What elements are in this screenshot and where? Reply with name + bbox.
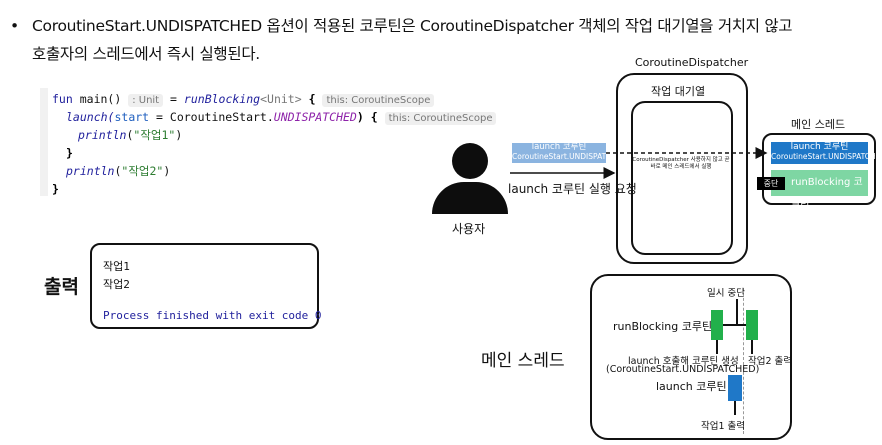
create-pointer	[716, 340, 718, 354]
dispatcher-note: CoroutineDispatcher 사용하지 않고 곧바로 메인 스레드에서…	[632, 157, 730, 170]
runblocking-bar-1	[711, 310, 723, 340]
dispatcher-title: CoroutineDispatcher	[635, 56, 749, 69]
suspended-connector	[723, 324, 746, 326]
runblocking-bar-2	[746, 310, 758, 340]
timeline-divider	[743, 288, 744, 434]
queue-box	[631, 101, 733, 255]
pause-label: 일시 중단	[707, 288, 745, 299]
main-thread-title: 메인 스레드	[791, 118, 846, 131]
main-thread-runblocking: runBlocking 코루틴	[771, 170, 868, 214]
create-label-2: (CoroutineStart.UNDISPATCHED)	[606, 364, 760, 375]
main-thread-launch: launch 코루틴 CoroutineStart.UNDISPATCHED	[771, 142, 882, 164]
queue-label: 작업 대기열	[651, 85, 706, 98]
runblocking-label: runBlocking 코루틴	[613, 320, 713, 333]
job1-label: 작업1 출력	[701, 421, 746, 432]
pause-tag: 중단	[757, 177, 785, 190]
pause-pointer	[736, 299, 738, 325]
job1-pointer	[734, 401, 736, 415]
timeline-title: 메인 스레드	[481, 351, 565, 371]
job2-label: 작업2 출력	[748, 356, 793, 367]
launch-bar	[728, 375, 742, 401]
launch-label: launch 코루틴	[656, 380, 727, 393]
job2-pointer	[751, 340, 753, 354]
